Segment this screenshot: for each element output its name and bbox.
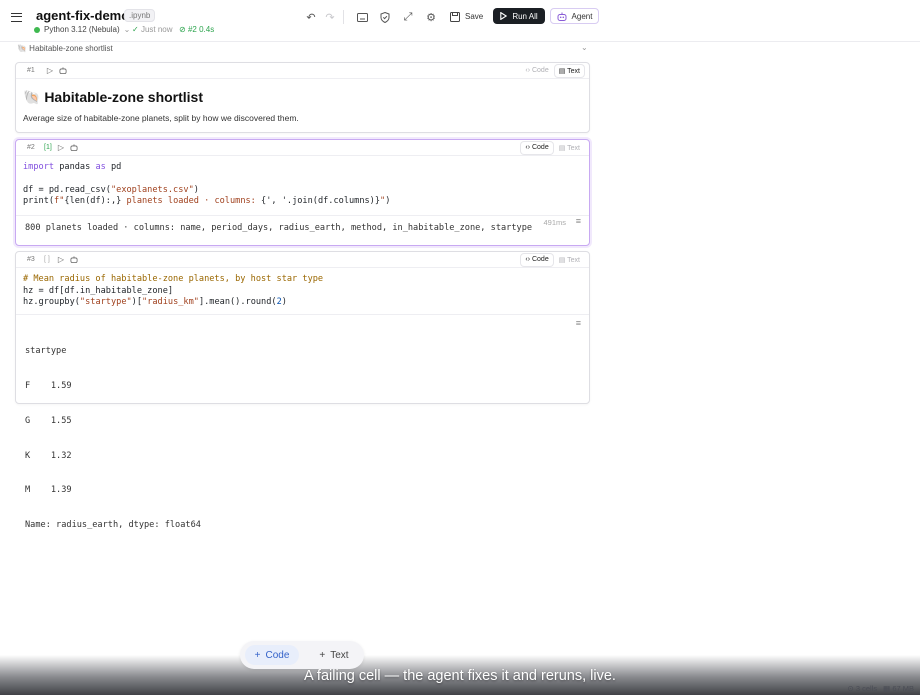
code-editor[interactable]: import pandas as pd: [23, 162, 121, 173]
check-icon: ✓: [132, 25, 139, 34]
cell-count: ⊙ 3 cells: [847, 684, 878, 693]
notebook-title[interactable]: agent-fix-demo: [36, 8, 129, 23]
wrap-lines-icon[interactable]: ≡: [576, 318, 581, 328]
kernel-selector[interactable]: Python 3.12 (Nebula) ⌄: [34, 25, 130, 34]
wrap-lines-icon[interactable]: ≡: [576, 216, 581, 226]
toolbar-divider: [343, 10, 344, 24]
output-line: F 1.59: [25, 380, 72, 391]
toggle-text[interactable]: ▤ Text: [554, 65, 584, 77]
robot-icon[interactable]: [58, 65, 68, 75]
cell-type-toggle: ‹› Code ▤ Text: [521, 142, 584, 154]
toggle-code[interactable]: ‹› Code: [521, 65, 552, 77]
floppy-icon: [450, 11, 460, 22]
code-comment: # Mean radius of habitable-zone planets,…: [23, 274, 324, 284]
cell-number: #3: [27, 256, 35, 263]
output-divider: [16, 215, 589, 216]
play-icon[interactable]: ▷: [45, 65, 55, 75]
expand-icon[interactable]: ⤢: [401, 10, 415, 24]
shield-icon[interactable]: [378, 10, 392, 24]
undo-icon[interactable]: ↶: [304, 10, 318, 24]
execution-count: [1]: [44, 144, 52, 151]
toggle-code[interactable]: ‹› Code: [521, 142, 553, 154]
chevron-down-icon: ⌄: [123, 25, 131, 34]
code-line: hz.groupby("startype")["radius_km"].mean…: [23, 297, 287, 307]
output-line: K 1.32: [25, 450, 72, 461]
file-extension-badge: .ipynb: [124, 9, 156, 22]
save-button[interactable]: Save: [450, 9, 483, 24]
output-divider: [16, 314, 589, 315]
cell-toolbar: #3 [ ] ▷ ‹› Code ▤ Text: [16, 252, 589, 268]
notebook-header: agent-fix-demo .ipynb Python 3.12 (Nebul…: [0, 0, 920, 42]
add-code-cell-button[interactable]: + Code: [245, 645, 299, 665]
execution-count: [ ]: [44, 256, 50, 263]
redo-icon[interactable]: ↷: [323, 10, 337, 24]
code-line: hz = df[df.in_habitable_zone]: [23, 286, 174, 296]
toggle-code[interactable]: ‹› Code: [521, 254, 553, 266]
status-bar: ⊙ 3 cells ▦ 67 MB: [848, 684, 915, 693]
cell-type-toggle: ‹› Code ▤ Text: [521, 65, 584, 77]
play-icon: [500, 12, 508, 20]
markdown-cell[interactable]: #1 ▷ ‹› Code ▤ Text 🐚 Habitable-zone sho…: [15, 62, 590, 133]
output-line: startype: [25, 346, 67, 357]
memory-usage: ▦ 67 MB: [883, 684, 914, 693]
add-text-cell-button[interactable]: + Text: [310, 645, 358, 665]
check-circle-icon: ⊘: [179, 25, 186, 34]
kernel-status-dot: [34, 26, 40, 33]
plus-icon: +: [319, 649, 326, 661]
plus-icon: +: [254, 649, 261, 661]
breadcrumb[interactable]: 🐚 Habitable-zone shortlist: [17, 44, 113, 53]
output-line: G 1.55: [25, 415, 72, 426]
cell-number: #1: [27, 67, 35, 74]
kernel-label: Python 3.12 (Nebula): [44, 25, 120, 34]
chevron-down-icon[interactable]: ⌄: [581, 43, 588, 52]
execution-duration: 491ms: [543, 218, 566, 227]
toggle-text[interactable]: ▤ Text: [555, 142, 584, 154]
play-icon[interactable]: ▷: [56, 254, 66, 264]
robot-icon[interactable]: [69, 142, 79, 152]
code-cell[interactable]: #3 [ ] ▷ ‹› Code ▤ Text # Mean radius of…: [15, 251, 590, 530]
add-cell-bar: + Code + Text: [240, 641, 364, 669]
code-line: print(f"{len(df):,} planets loaded · col…: [23, 196, 391, 206]
run-all-button[interactable]: Run All: [493, 8, 545, 24]
video-caption: A failing cell — the agent fixes it and …: [304, 668, 616, 684]
markdown-paragraph: Average size of habitable-zone planets, …: [23, 113, 299, 123]
keyboard-icon[interactable]: [355, 10, 369, 24]
cell-number: #2: [27, 144, 35, 151]
code-line: df = pd.read_csv("exoplanets.csv"): [23, 185, 199, 195]
toggle-text[interactable]: ▤ Text: [555, 254, 584, 266]
robot-icon: [557, 12, 567, 21]
save-status: ✓ Just now: [132, 25, 173, 34]
robot-icon[interactable]: [69, 254, 79, 264]
menu-icon[interactable]: [11, 13, 22, 22]
play-icon[interactable]: ▷: [56, 142, 66, 152]
cell-output: startype F 1.59 G 1.55 K 1.32 M 1.39 Nam…: [25, 323, 201, 555]
cell-toolbar: #2 [1] ▷ ‹› Code ▤ Text: [16, 140, 589, 156]
last-run-info: ⊘ #2 0.4s: [179, 25, 215, 34]
gear-icon[interactable]: ⚙: [424, 10, 438, 24]
cell-toolbar: #1 ▷ ‹› Code ▤ Text: [16, 63, 589, 79]
code-cell-active[interactable]: #2 [1] ▷ ‹› Code ▤ Text import pandas as…: [15, 139, 590, 246]
cell-type-toggle: ‹› Code ▤ Text: [521, 254, 584, 266]
markdown-heading: 🐚 Habitable-zone shortlist: [23, 89, 204, 105]
output-line: Name: radius_earth, dtype: float64: [25, 520, 201, 531]
cell-output: 800 planets loaded · columns: name, peri…: [25, 223, 533, 233]
output-line: M 1.39: [25, 485, 72, 496]
agent-button[interactable]: Agent: [550, 8, 599, 24]
